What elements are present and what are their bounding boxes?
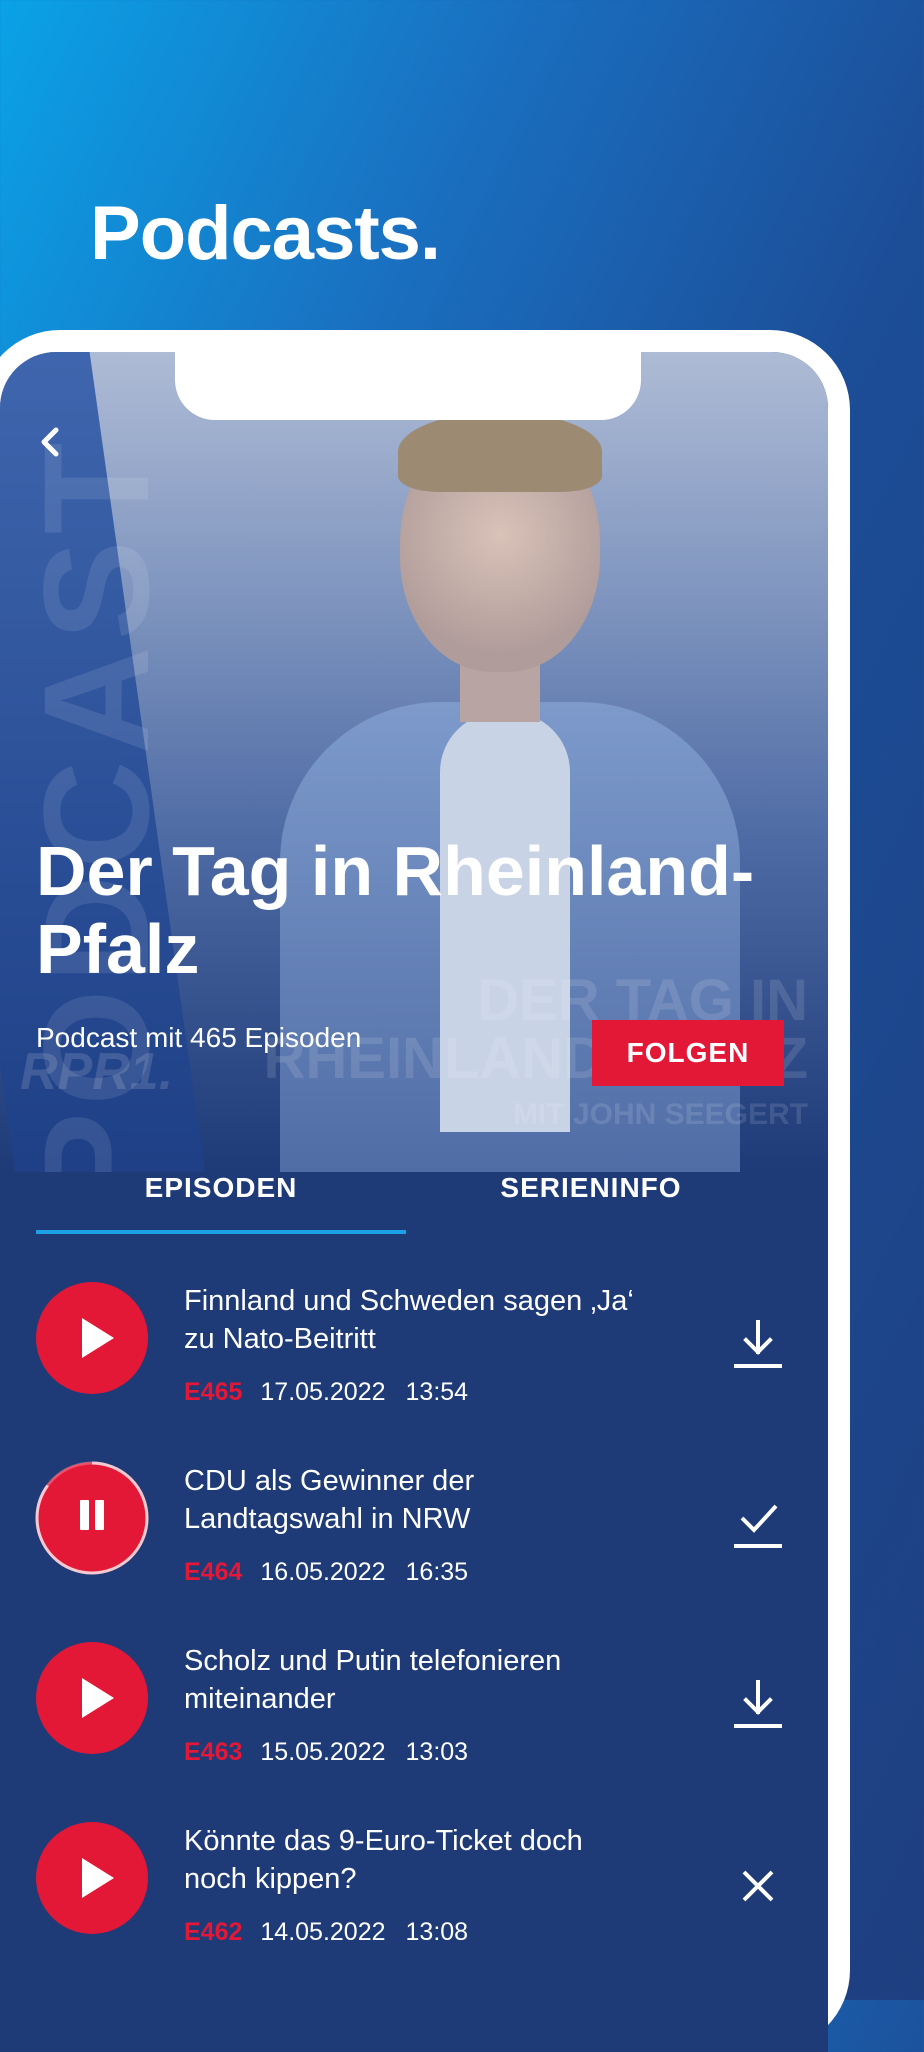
episode-number: E463	[184, 1738, 243, 1766]
play-icon	[82, 1678, 114, 1718]
close-icon[interactable]	[728, 1858, 788, 1914]
download-icon[interactable]	[728, 1318, 788, 1374]
play-button[interactable]	[36, 1282, 148, 1394]
back-chevron-icon[interactable]	[38, 422, 64, 462]
episode-time: 16:35	[405, 1558, 469, 1586]
episode-date: 17.05.2022	[260, 1378, 386, 1406]
episode-count: Podcast mit 465 Episoden	[36, 1022, 362, 1053]
episode-date: 15.05.2022	[260, 1738, 386, 1766]
download-icon[interactable]	[728, 1678, 788, 1734]
active-tab-indicator	[36, 1230, 406, 1234]
episode-date: 16.05.2022	[260, 1558, 386, 1586]
follow-button[interactable]: FOLGEN	[592, 1020, 784, 1086]
tab-bar: EPISODEN SERIENINFO	[36, 1172, 776, 1234]
pause-button[interactable]	[35, 1461, 149, 1575]
episode-number: E465	[184, 1378, 243, 1406]
app-screen: PODCAST RPR1. DER TAG IN RHEINLAND-PFALZ…	[0, 352, 828, 2052]
episode-title[interactable]: Scholz und Putin telefonieren miteinande…	[184, 1642, 644, 1718]
episode-time: 13:03	[405, 1738, 469, 1766]
play-button[interactable]	[36, 1822, 148, 1934]
episode-row: Scholz und Putin telefonieren miteinande…	[0, 1642, 828, 1822]
pause-icon	[78, 1500, 106, 1536]
episode-meta: E464 16.05.2022 16:35	[184, 1558, 468, 1587]
episode-meta: E463 15.05.2022 13:03	[184, 1738, 468, 1767]
episode-title[interactable]: Finnland und Schweden sagen ‚Ja‘ zu Nato…	[184, 1282, 644, 1358]
promo-title: Podcasts.	[90, 191, 441, 276]
episode-row: Finnland und Schweden sagen ‚Ja‘ zu Nato…	[0, 1282, 828, 1462]
episode-list: Finnland und Schweden sagen ‚Ja‘ zu Nato…	[0, 1282, 828, 2002]
episode-time: 13:08	[405, 1918, 469, 1946]
episode-number: E464	[184, 1558, 243, 1586]
episode-date: 14.05.2022	[260, 1918, 386, 1946]
tab-series-info[interactable]: SERIENINFO	[406, 1172, 776, 1224]
episode-title[interactable]: CDU als Gewinner der Landtagswahl in NRW	[184, 1462, 644, 1538]
play-button[interactable]	[36, 1642, 148, 1754]
episode-meta: E465 17.05.2022 13:54	[184, 1378, 468, 1407]
episode-row: Könnte das 9-Euro-Ticket doch noch kippe…	[0, 1822, 828, 2002]
tab-episodes[interactable]: EPISODEN	[36, 1172, 406, 1224]
episode-time: 13:54	[405, 1378, 469, 1406]
episode-number: E462	[184, 1918, 243, 1946]
downloaded-check-icon[interactable]	[728, 1498, 788, 1554]
play-icon	[82, 1858, 114, 1898]
show-title: Der Tag in Rheinland-Pfalz	[36, 832, 755, 988]
episode-meta: E462 14.05.2022 13:08	[184, 1918, 468, 1947]
play-icon	[82, 1318, 114, 1358]
episode-title[interactable]: Könnte das 9-Euro-Ticket doch noch kippe…	[184, 1822, 644, 1898]
episode-row: CDU als Gewinner der Landtagswahl in NRW…	[0, 1461, 828, 1642]
phone-notch	[175, 352, 641, 420]
